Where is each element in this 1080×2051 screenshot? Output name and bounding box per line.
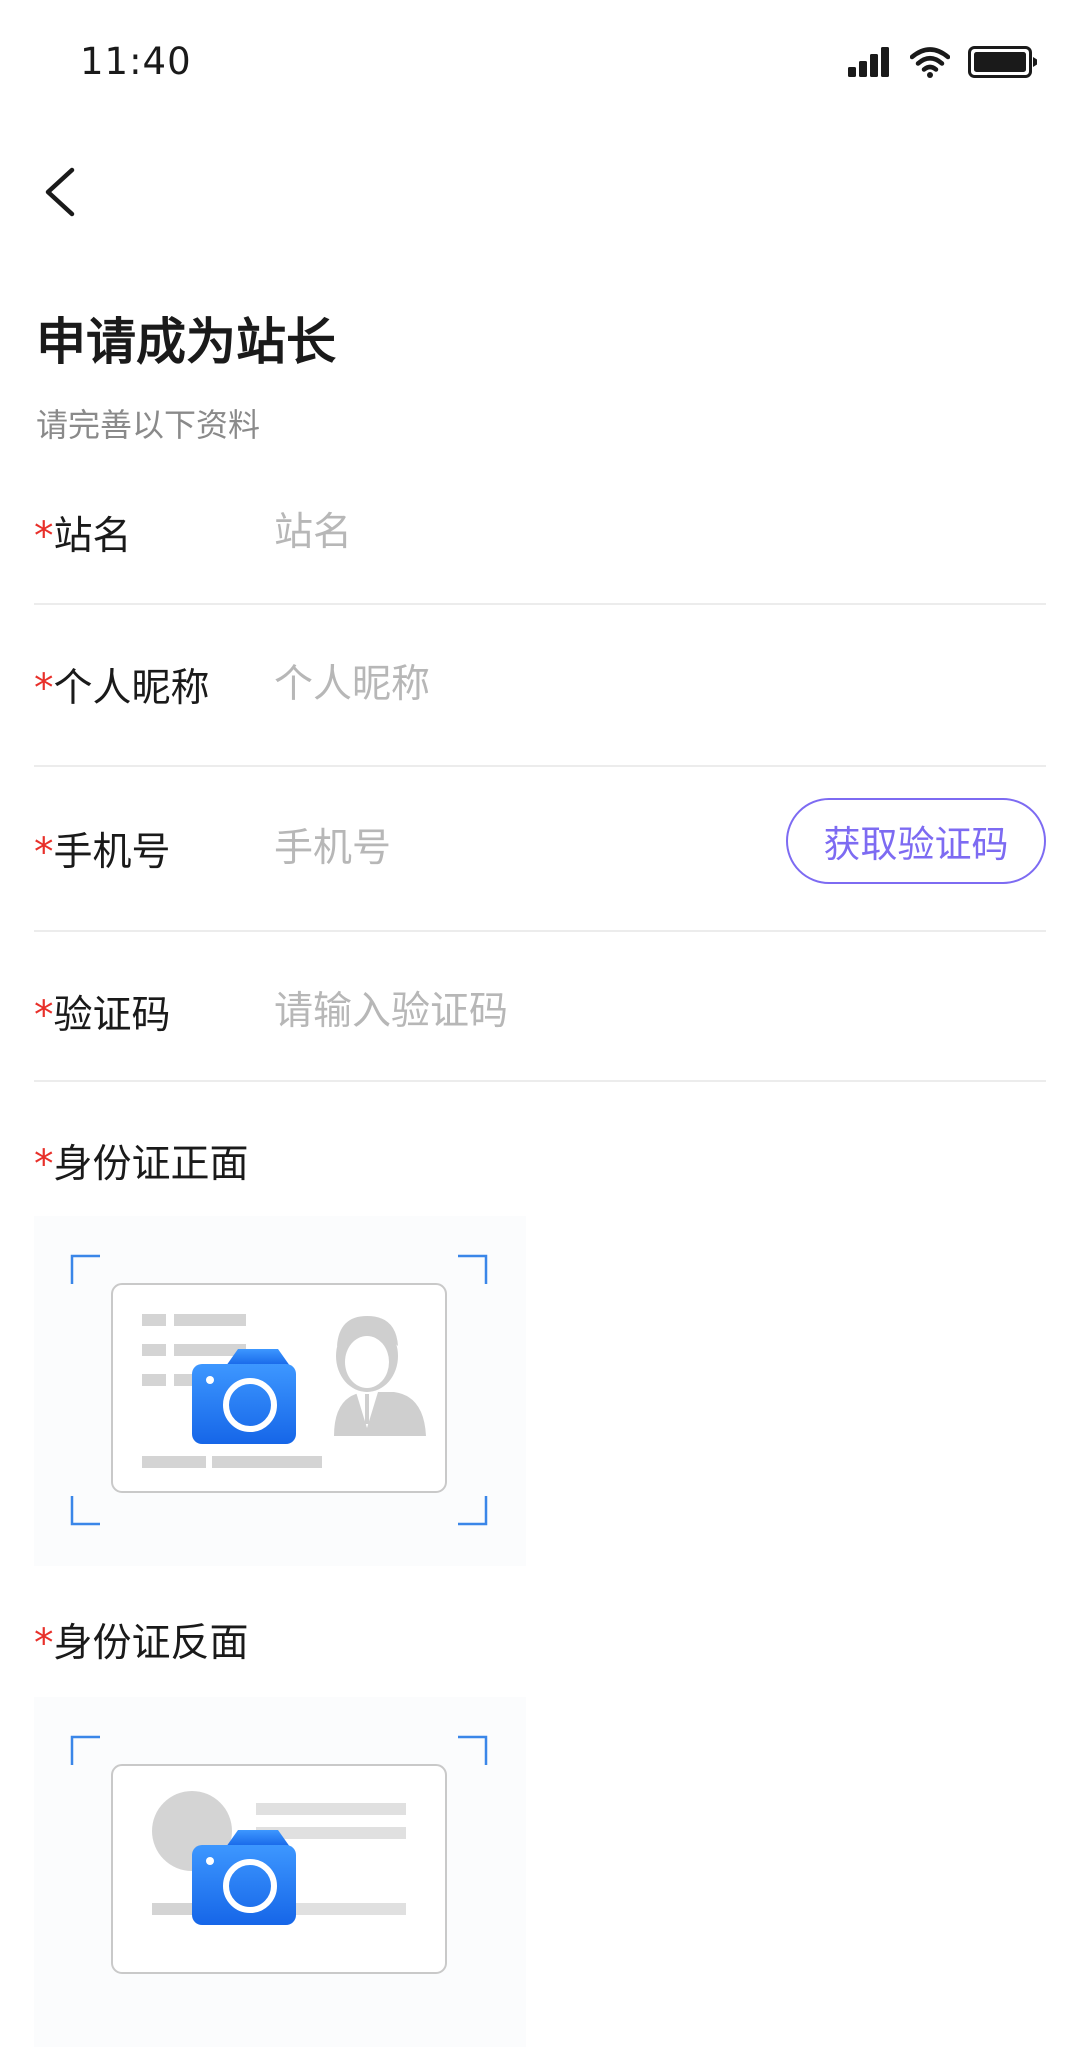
verify-code-input[interactable]	[274, 976, 794, 1046]
status-bar: 11:40	[0, 0, 1080, 130]
required-mark: *	[34, 514, 54, 559]
id-front-label-text: 身份证正面	[53, 1142, 249, 1187]
verify-code-label: *验证码	[34, 984, 171, 1040]
id-card-front-illustration	[70, 1254, 488, 1526]
phone-label-text: 手机号	[53, 830, 171, 875]
required-mark: *	[34, 830, 54, 875]
form-row-nickname: *个人昵称	[34, 607, 1046, 767]
wifi-icon	[910, 47, 950, 78]
frame-corners-icon	[70, 1735, 488, 1765]
back-button[interactable]	[28, 160, 92, 224]
verify-code-label-text: 验证码	[53, 993, 171, 1038]
nickname-label-text: 个人昵称	[53, 666, 210, 711]
form-row-phone: *手机号 获取验证码	[34, 769, 1046, 932]
id-card-back-illustration	[70, 1735, 488, 1974]
id-back-label: *身份证反面	[34, 1612, 249, 1668]
required-mark: *	[34, 666, 54, 711]
station-name-input[interactable]	[274, 497, 794, 567]
id-back-label-text: 身份证反面	[53, 1621, 249, 1666]
status-time: 11:40	[80, 40, 192, 83]
form-row-verify-code: *验证码	[34, 932, 1046, 1082]
nickname-input[interactable]	[274, 649, 794, 719]
required-mark: *	[34, 1142, 54, 1187]
station-name-label: *站名	[34, 505, 132, 561]
page-title: 申请成为站长	[36, 313, 336, 371]
id-back-upload[interactable]	[34, 1697, 526, 2047]
battery-icon	[968, 46, 1037, 78]
id-front-upload[interactable]	[34, 1216, 526, 1566]
form-row-station-name: *站名	[34, 445, 1046, 605]
signal-icon	[848, 47, 889, 77]
required-mark: *	[34, 993, 54, 1038]
status-icons	[848, 46, 1038, 78]
station-name-label-text: 站名	[53, 514, 132, 559]
required-mark: *	[34, 1621, 54, 1666]
nickname-label: *个人昵称	[34, 657, 210, 713]
page-subtitle: 请完善以下资料	[36, 406, 261, 444]
get-verification-code-button[interactable]: 获取验证码	[786, 798, 1046, 884]
id-front-label: *身份证正面	[34, 1133, 249, 1189]
chevron-left-icon	[45, 167, 75, 217]
phone-label: *手机号	[34, 821, 171, 877]
phone-input[interactable]	[274, 813, 654, 883]
